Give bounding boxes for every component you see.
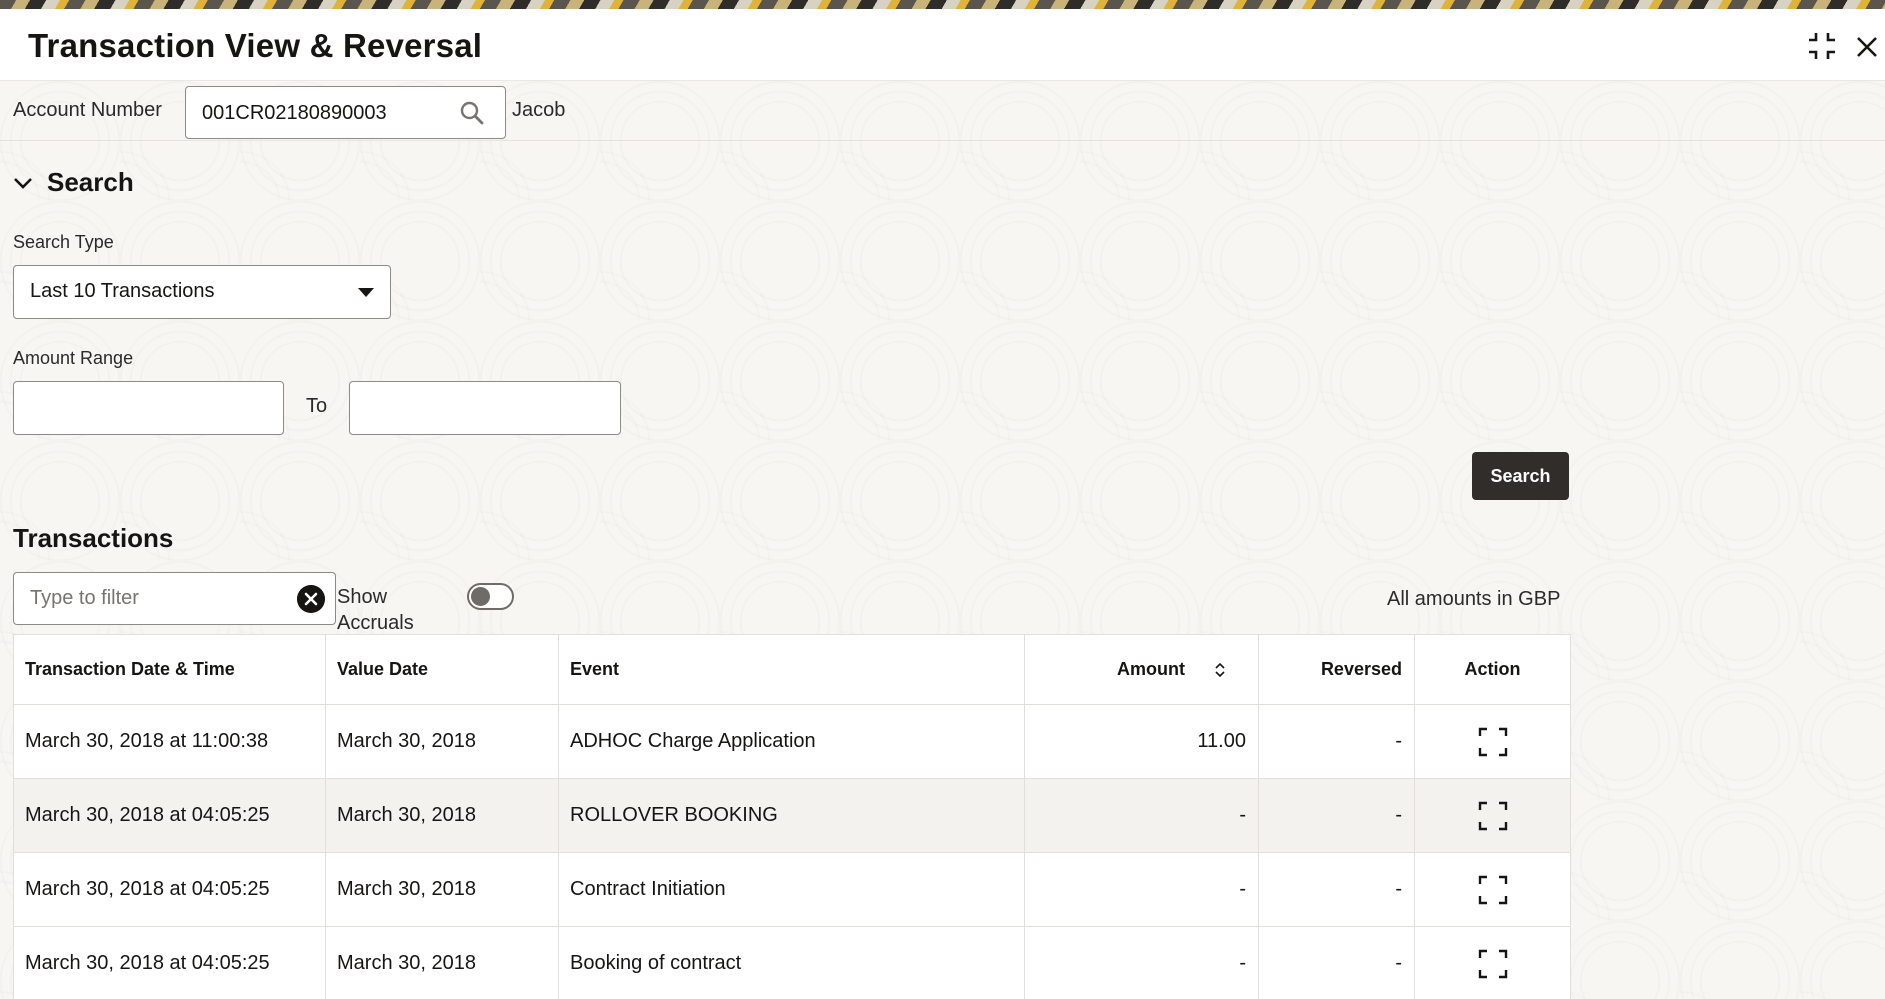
amount-header-label: Amount xyxy=(1117,659,1185,679)
cell-event: Booking of contract xyxy=(558,926,1025,999)
show-accruals-label-line2: Accruals xyxy=(337,612,414,634)
clear-icon[interactable] xyxy=(297,585,325,613)
cell-reversed: - xyxy=(1258,778,1415,853)
chevron-down-icon xyxy=(14,177,32,189)
cell-reversed: - xyxy=(1258,926,1415,999)
cell-value-date: March 30, 2018 xyxy=(325,926,559,999)
currency-note: All amounts in GBP xyxy=(1387,588,1561,610)
cell-amount: - xyxy=(1024,926,1259,999)
collapse-icon[interactable] xyxy=(1805,29,1839,63)
search-type-value: Last 10 Transactions xyxy=(30,280,215,302)
transactions-filter-input[interactable]: Type to filter xyxy=(13,572,336,625)
column-header-action: Action xyxy=(1414,634,1571,705)
cell-reversed: - xyxy=(1258,704,1415,779)
cell-event: ADHOC Charge Application xyxy=(558,704,1025,779)
window-header: Transaction View & Reversal xyxy=(0,9,1885,81)
column-header-event[interactable]: Event xyxy=(558,634,1025,705)
cell-datetime: March 30, 2018 at 04:05:25 xyxy=(13,778,326,853)
column-header-reversed[interactable]: Reversed xyxy=(1258,634,1415,705)
sort-icon[interactable] xyxy=(1214,661,1226,679)
search-icon[interactable] xyxy=(459,100,485,126)
account-number-label: Account Number xyxy=(13,99,162,121)
caret-down-icon xyxy=(358,288,374,297)
cell-datetime: March 30, 2018 at 04:05:25 xyxy=(13,926,326,999)
show-accruals-toggle[interactable] xyxy=(467,583,514,610)
search-section-title: Search xyxy=(47,167,134,197)
cell-event: Contract Initiation xyxy=(558,852,1025,927)
top-decorative-strip xyxy=(0,0,1885,9)
page-title: Transaction View & Reversal xyxy=(28,27,483,64)
expand-icon[interactable] xyxy=(1478,949,1508,979)
search-section-header[interactable]: Search xyxy=(13,167,134,198)
amount-range-label: Amount Range xyxy=(13,348,134,368)
transactions-title: Transactions xyxy=(13,523,174,553)
expand-icon[interactable] xyxy=(1478,875,1508,905)
expand-icon[interactable] xyxy=(1478,801,1508,831)
close-icon[interactable] xyxy=(1852,29,1882,63)
cell-action xyxy=(1414,852,1571,927)
show-accruals-label-line1: Show xyxy=(337,586,388,608)
cell-datetime: March 30, 2018 at 11:00:38 xyxy=(13,704,326,779)
cell-value-date: March 30, 2018 xyxy=(325,704,559,779)
amount-to-label: To xyxy=(306,395,328,417)
account-number-field[interactable]: 001CR02180890003 xyxy=(185,86,506,139)
cell-action xyxy=(1414,926,1571,999)
cell-action xyxy=(1414,704,1571,779)
cell-amount: 11.00 xyxy=(1024,704,1259,779)
amount-to-input[interactable] xyxy=(349,381,621,435)
cell-action xyxy=(1414,778,1571,853)
cell-amount: - xyxy=(1024,852,1259,927)
cell-value-date: March 30, 2018 xyxy=(325,852,559,927)
transactions-table: Transaction Date & Time Value Date Event… xyxy=(13,634,1571,999)
search-type-label: Search Type xyxy=(13,232,114,252)
cell-reversed: - xyxy=(1258,852,1415,927)
table-row[interactable]: March 30, 2018 at 11:00:38 March 30, 201… xyxy=(13,704,1571,779)
search-type-select[interactable]: Last 10 Transactions xyxy=(13,265,391,319)
customer-name: Jacob xyxy=(512,99,566,121)
table-row[interactable]: March 30, 2018 at 04:05:25 March 30, 201… xyxy=(13,852,1571,927)
column-header-datetime[interactable]: Transaction Date & Time xyxy=(13,634,326,705)
filter-placeholder: Type to filter xyxy=(30,587,139,609)
table-row[interactable]: March 30, 2018 at 04:05:25 March 30, 201… xyxy=(13,778,1571,853)
show-accruals-label: Show Accruals xyxy=(337,584,414,636)
expand-icon[interactable] xyxy=(1478,727,1508,757)
toggle-knob xyxy=(471,587,490,606)
cell-value-date: March 30, 2018 xyxy=(325,778,559,853)
amount-from-input[interactable] xyxy=(13,381,284,435)
cell-event: ROLLOVER BOOKING xyxy=(558,778,1025,853)
search-button[interactable]: Search xyxy=(1472,452,1569,500)
column-header-amount[interactable]: Amount xyxy=(1024,634,1259,705)
cell-amount: - xyxy=(1024,778,1259,853)
account-bar: Account Number 001CR02180890003 Jacob xyxy=(0,81,1885,141)
account-number-value: 001CR02180890003 xyxy=(202,102,387,124)
main-content: Account Number 001CR02180890003 Jacob Se… xyxy=(0,81,1885,999)
table-row[interactable]: March 30, 2018 at 04:05:25 March 30, 201… xyxy=(13,926,1571,999)
column-header-value-date[interactable]: Value Date xyxy=(325,634,559,705)
table-header-row: Transaction Date & Time Value Date Event… xyxy=(13,634,1571,705)
cell-datetime: March 30, 2018 at 04:05:25 xyxy=(13,852,326,927)
